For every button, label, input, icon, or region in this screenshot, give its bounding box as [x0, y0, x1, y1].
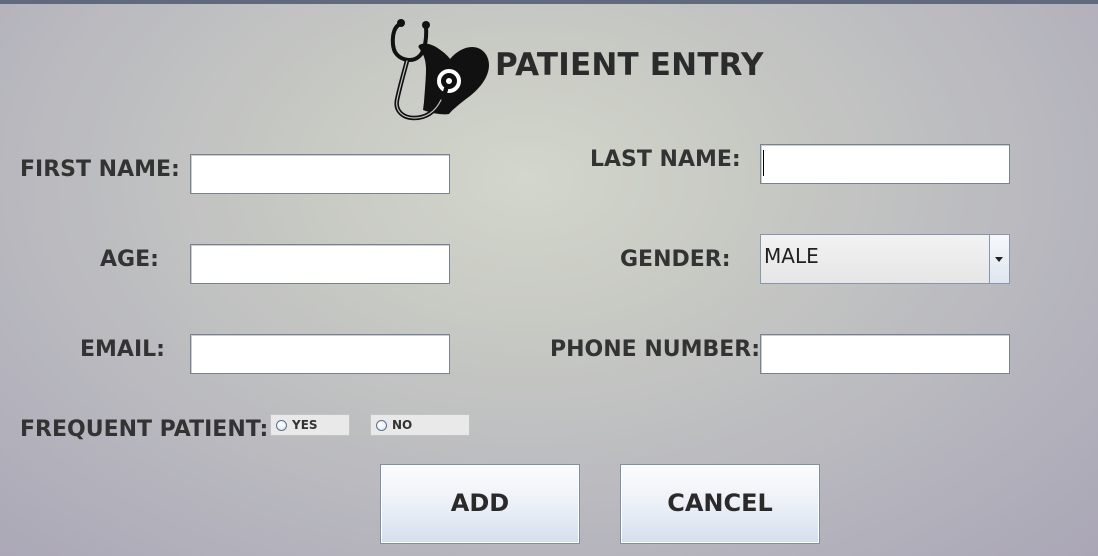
age-label: AGE: [100, 247, 159, 272]
window-top-border [0, 0, 1098, 4]
page-title: PATIENT ENTRY [495, 47, 764, 83]
phone-number-label: PHONE NUMBER: [550, 337, 761, 362]
gender-selected-value: MALE [764, 244, 819, 268]
add-button[interactable]: ADD [380, 464, 580, 544]
frequent-yes-label: YES [292, 418, 318, 432]
gender-label: GENDER: [620, 247, 731, 272]
text-cursor [763, 150, 764, 176]
last-name-field[interactable] [760, 144, 1010, 184]
email-label: EMAIL: [80, 337, 165, 362]
age-field[interactable] [190, 244, 450, 284]
gender-select[interactable]: MALE [760, 234, 1010, 284]
phone-number-field[interactable] [760, 334, 1010, 374]
frequent-no-label: NO [392, 418, 413, 432]
cancel-button[interactable]: CANCEL [620, 464, 820, 544]
first-name-label: FIRST NAME: [20, 157, 180, 182]
frequent-yes-radio[interactable]: YES [270, 414, 350, 436]
radio-button-icon [276, 420, 287, 431]
radio-button-icon [376, 420, 387, 431]
last-name-label: LAST NAME: [590, 147, 741, 172]
frequent-patient-label: FREQUENT PATIENT: [20, 417, 269, 442]
chevron-down-icon [995, 257, 1003, 262]
gender-dropdown-button[interactable] [989, 235, 1009, 283]
email-field[interactable] [190, 334, 450, 374]
first-name-field[interactable] [190, 154, 450, 194]
frequent-no-radio[interactable]: NO [370, 414, 470, 436]
heart-stethoscope-icon [390, 19, 489, 121]
